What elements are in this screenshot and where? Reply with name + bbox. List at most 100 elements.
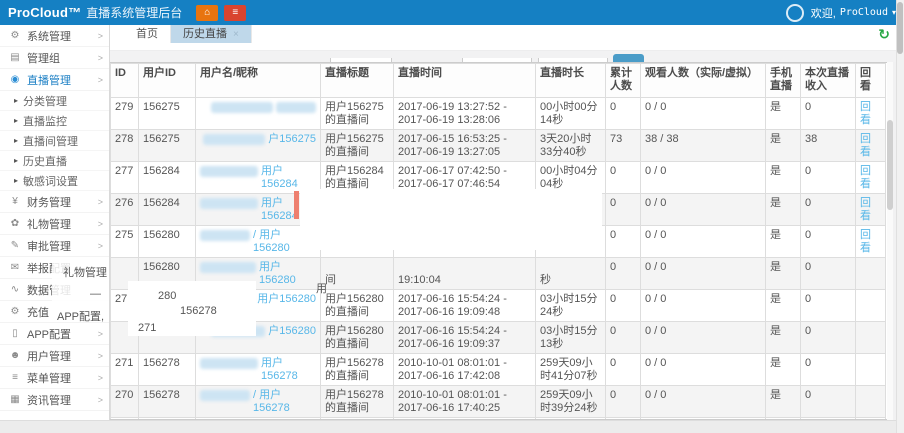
- column-header-3: 直播标题: [321, 64, 394, 98]
- username-link[interactable]: 户156275: [268, 133, 316, 146]
- chevron-right-icon: >: [98, 53, 103, 63]
- cell-watch-count: 0 / 0: [641, 258, 766, 290]
- sidebar-item-15[interactable]: ☻ 用户管理>: [0, 345, 109, 367]
- column-header-5: 直播时长: [536, 64, 606, 98]
- cell-watch-count: 38 / 38: [641, 130, 766, 162]
- cell-phone-live: 是: [766, 386, 801, 418]
- cell-income: 38: [801, 130, 856, 162]
- sidebar-item-1[interactable]: ▤管理组>: [0, 47, 109, 69]
- cell-user-id: 156278: [139, 354, 196, 386]
- cell-phone-live: 是: [766, 322, 801, 354]
- cell-replay: [856, 386, 886, 418]
- tab-0[interactable]: 首页: [124, 25, 171, 43]
- page-scrollbar-track[interactable]: [896, 0, 904, 433]
- chevron-right-icon: >: [98, 395, 103, 405]
- cell-watch-count: 0 / 0: [641, 322, 766, 354]
- sidebar-item-8[interactable]: ¥财务管理>: [0, 191, 109, 213]
- ghost-text-6: 用: [316, 280, 327, 296]
- cell-user-id: 156284: [139, 194, 196, 226]
- sidebar-subitem-label: 敏感词设置: [23, 173, 78, 189]
- blurred-name: [200, 390, 250, 401]
- tab-1[interactable]: 历史直播×: [171, 25, 252, 43]
- sidebar-item-2[interactable]: ◉直播管理>: [0, 69, 109, 91]
- cell-duration: 03小时15分24秒: [536, 290, 606, 322]
- username-link[interactable]: 户156280: [268, 325, 316, 338]
- home-button[interactable]: ⌂: [196, 5, 218, 21]
- settings-icon: ⚙: [8, 30, 22, 41]
- cell-title: 用户156275的直播间: [321, 130, 394, 162]
- sidebar-subitem-3[interactable]: ▸分类管理: [0, 91, 109, 111]
- filter-cover: [110, 43, 904, 50]
- replay-link[interactable]: 回看: [860, 101, 871, 126]
- column-header-4: 直播时间: [394, 64, 536, 98]
- cell-total-viewers: 0: [606, 386, 641, 418]
- table-scrollbar-thumb[interactable]: [887, 120, 893, 210]
- blurred-name: [200, 198, 258, 209]
- column-header-1: 用户ID: [139, 64, 196, 98]
- sidebar-item-label: 用户管理: [27, 348, 98, 364]
- cell-id: 278: [111, 130, 139, 162]
- cell-title: 间: [321, 258, 394, 290]
- replay-link[interactable]: 回看: [860, 197, 871, 222]
- blurred-name: [276, 102, 316, 113]
- sidebar-item-17[interactable]: ▦资讯管理>: [0, 389, 109, 411]
- users-icon: ☻: [8, 350, 22, 361]
- monitor-icon: ▤: [8, 52, 22, 63]
- username-link[interactable]: 用户156280: [259, 261, 316, 287]
- bullet-icon: ▸: [14, 156, 18, 165]
- chevron-right-icon: >: [98, 351, 103, 361]
- username[interactable]: ProCloud: [840, 7, 888, 18]
- sidebar-subitem-7[interactable]: ▸ 敏感词设置: [0, 171, 109, 191]
- bullet-icon: ▸: [14, 176, 18, 185]
- cell-income: 0: [801, 98, 856, 130]
- chevron-right-icon: >: [98, 75, 103, 85]
- approval-icon: ✎: [8, 240, 22, 251]
- cell-id: 279: [111, 98, 139, 130]
- table-row: 270156278/ 用户156278用户156278的直播间2010-10-0…: [111, 386, 886, 418]
- sidebar-subitem-5[interactable]: ▸直播间管理: [0, 131, 109, 151]
- cell-id: 271: [111, 354, 139, 386]
- sidebar-item-14[interactable]: ▯APP配置>: [0, 323, 109, 345]
- sidebar-item-16[interactable]: ≡菜单管理>: [0, 367, 109, 389]
- sidebar-subitem-label: 历史直播: [23, 153, 67, 169]
- sidebar-subitem-label: 分类管理: [23, 93, 67, 109]
- username-link[interactable]: 用户156278: [261, 357, 316, 383]
- cell-duration: 3天20小时33分40秒: [536, 130, 606, 162]
- cell-income: 0: [801, 162, 856, 194]
- cell-watch-count: 0 / 0: [641, 98, 766, 130]
- sidebar-item-label: 审批管理: [27, 238, 98, 254]
- blurred-name: [200, 262, 256, 273]
- blurred-name: [200, 358, 258, 369]
- username-link[interactable]: 用户156280: [257, 293, 316, 306]
- sidebar-item-10[interactable]: ✎审批管理>: [0, 235, 109, 257]
- clear-button[interactable]: ≡: [224, 5, 246, 21]
- finance-icon: ¥: [8, 196, 22, 207]
- column-header-0: ID: [111, 64, 139, 98]
- column-header-2: 用户名/昵称: [196, 64, 321, 98]
- cell-total-viewers: 0: [606, 194, 641, 226]
- cell-time: 2017-06-16 15:54:24 - 2017-06-16 19:09:3…: [394, 322, 536, 354]
- cell-user-id: 156284: [139, 162, 196, 194]
- page-scrollbar-thumb[interactable]: [897, 2, 903, 54]
- cell-income: 0: [801, 386, 856, 418]
- replay-link[interactable]: 回看: [860, 229, 871, 254]
- username-link[interactable]: 用户156284: [261, 165, 316, 191]
- replay-link[interactable]: 回看: [860, 133, 871, 158]
- column-header-7: 观看人数（实际/虚拟）: [641, 64, 766, 98]
- close-icon[interactable]: ×: [233, 29, 239, 40]
- filter-bar: [110, 43, 904, 62]
- cell-duration: 00小时00分14秒: [536, 98, 606, 130]
- replay-link[interactable]: 回看: [860, 165, 871, 190]
- sidebar-item-9[interactable]: ✿礼物管理>: [0, 213, 109, 235]
- gift-icon: ✿: [8, 218, 22, 229]
- cell-phone-live: 是: [766, 98, 801, 130]
- cell-replay: [856, 322, 886, 354]
- sidebar-subitem-4[interactable]: ▸直播监控: [0, 111, 109, 131]
- brand-logo: ProCloud™: [8, 5, 81, 20]
- cell-replay: [856, 290, 886, 322]
- username-link[interactable]: / 用户156278: [253, 389, 316, 415]
- sidebar-subitem-6[interactable]: ▸ 历史直播: [0, 151, 109, 171]
- sidebar-item-0[interactable]: ⚙系统管理>: [0, 25, 109, 47]
- cell-id: 275: [111, 226, 139, 258]
- refresh-icon[interactable]: ↻: [878, 27, 890, 41]
